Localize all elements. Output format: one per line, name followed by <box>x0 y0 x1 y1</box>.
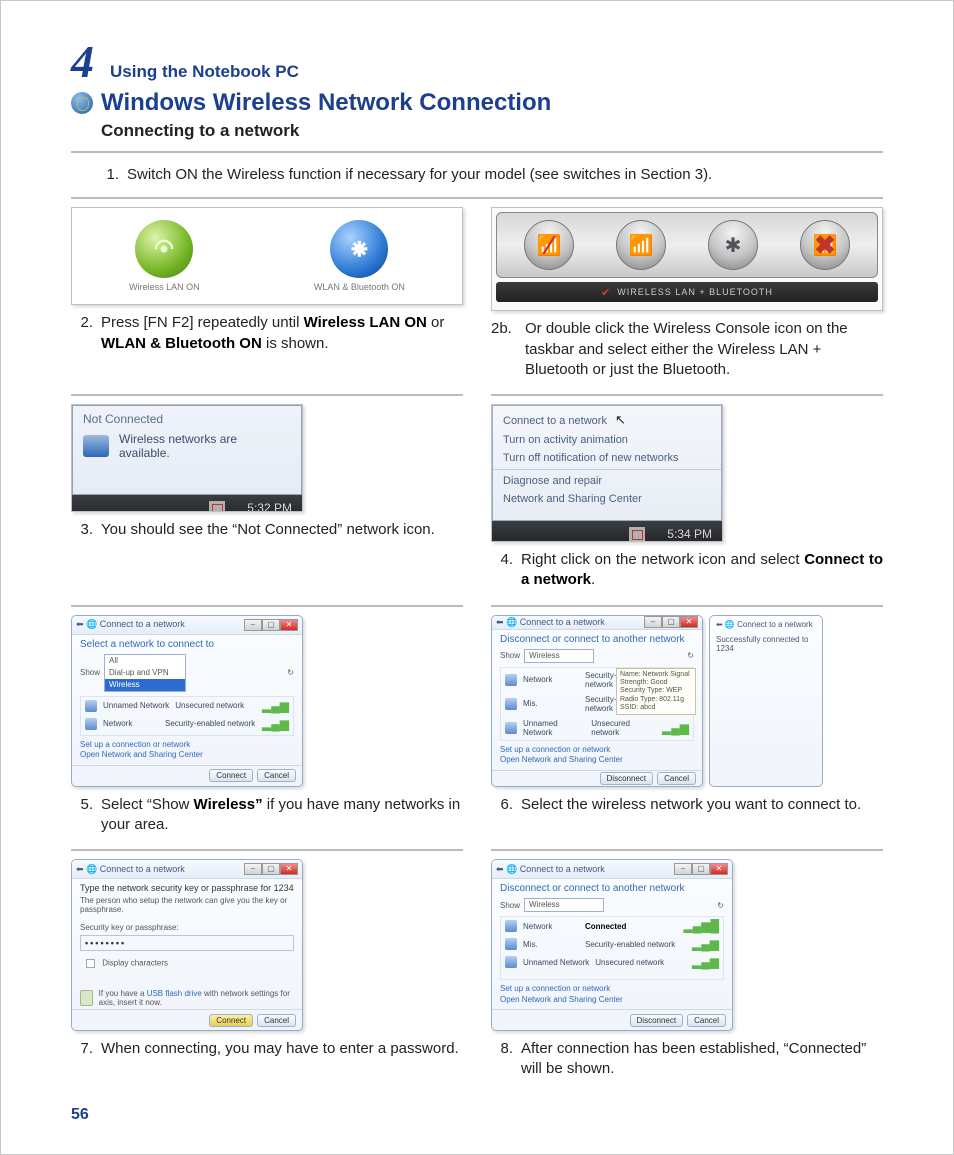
close-icon: ✕ <box>710 863 728 875</box>
show-dropdown[interactable]: Wireless <box>524 649 594 663</box>
usb-icon <box>80 990 93 1006</box>
fig-connected-dialog: ⬅ 🌐 Connect to a network–▢✕ Disconnect o… <box>491 859 733 1031</box>
show-dropdown[interactable]: Wireless <box>524 898 604 912</box>
step-6: 6. Select the wireless network you want … <box>491 795 883 815</box>
fig-wireless-console: 📶∕ 📶 ✱ 📶✖ ✔WIRELESS LAN + BLUETOOTH <box>491 207 883 311</box>
taskbar: 5:32 PM <box>72 495 302 512</box>
fig-context-menu: Connect to a network↖ Turn on activity a… <box>491 404 723 542</box>
fig-fn-f2-icons: Wireless LAN ON ⁕ WLAN & Bluetooth ON <box>71 207 463 305</box>
show-dropdown[interactable]: AllDial-up and VPNWireless <box>104 654 186 692</box>
cell-step8: ⬅ 🌐 Connect to a network–▢✕ Disconnect o… <box>491 851 883 1094</box>
network-item[interactable]: Mis.Security-enabled network▂▄▆ <box>501 935 723 953</box>
fig-select-network: ⬅ 🌐 Connect to a network–▢✕ Disconnect o… <box>491 615 703 787</box>
network-tooltip: Name: Network Signal Strength: Good Secu… <box>616 668 696 716</box>
globe-icon <box>71 92 93 114</box>
page-number: 56 <box>71 1106 89 1124</box>
step-7: 7. When connecting, you may have to ente… <box>71 1039 463 1059</box>
signal-icon: ▂▄▆ <box>662 723 689 733</box>
check-icon: ✔ <box>601 286 611 299</box>
network-list: Unnamed NetworkUnsecured network▂▄▆ Netw… <box>80 696 294 736</box>
fig-success-balloon: ⬅ 🌐 Connect to a network Successfully co… <box>709 615 823 787</box>
connect-button[interactable]: Connect <box>209 769 253 782</box>
cell-step7: ⬅ 🌐 Connect to a network–▢✕ Type the net… <box>71 851 463 1094</box>
chapter-title: Using the Notebook PC <box>110 62 299 82</box>
cancel-button[interactable]: Cancel <box>257 769 296 782</box>
network-list: NetworkConnected▂▄▆█ Mis.Security-enable… <box>500 916 724 980</box>
cancel-button[interactable]: Cancel <box>257 1014 296 1027</box>
section-heading: Windows Wireless Network Connection <box>101 89 551 117</box>
step-5: 5. Select “Show Wireless” if you have ma… <box>71 795 463 836</box>
cell-step2b: 📶∕ 📶 ✱ 📶✖ ✔WIRELESS LAN + BLUETOOTH 2b. … <box>491 199 883 396</box>
step-3: 3. You should see the “Not Connected” ne… <box>71 520 463 540</box>
menu-animation[interactable]: Turn on activity animation <box>493 431 721 449</box>
network-tray-icon <box>209 501 225 512</box>
cursor-icon: ↖ <box>615 412 626 427</box>
step-1: 1. Switch ON the Wireless function if ne… <box>71 151 883 199</box>
network-item[interactable]: Unnamed NetworkUnsecured network▂▄▆ <box>81 697 293 715</box>
fig-connect-dialog-show: ⬅ 🌐 Connect to a network–▢✕ Select a net… <box>71 615 303 787</box>
wc-wifi-icon: 📶 <box>616 220 666 270</box>
signal-icon: ▂▄▆ <box>262 719 289 729</box>
connect-button[interactable]: Connect <box>209 1014 253 1027</box>
network-balloon-icon <box>83 435 109 457</box>
refresh-icon[interactable]: ↻ <box>287 668 294 677</box>
signal-icon: ▂▄▆█ <box>684 921 719 931</box>
network-item[interactable]: Unnamed NetworkUnsecured network▂▄▆ <box>501 953 723 971</box>
cell-step6: ⬅ 🌐 Connect to a network–▢✕ Disconnect o… <box>491 607 883 852</box>
menu-sharing[interactable]: Network and Sharing Center <box>493 490 721 508</box>
close-icon: ✕ <box>280 619 298 631</box>
step-2: 2. Press [FN F2] repeatedly until Wirele… <box>71 313 463 354</box>
fig-not-connected: Not Connected Wireless networks are avai… <box>71 404 303 512</box>
menu-notif[interactable]: Turn off notification of new networks <box>493 449 721 467</box>
signal-icon: ▂▄▆ <box>262 701 289 711</box>
cancel-button[interactable]: Cancel <box>687 1014 726 1027</box>
sub-heading: Connecting to a network <box>101 121 883 141</box>
cell-step5: ⬅ 🌐 Connect to a network–▢✕ Select a net… <box>71 607 463 852</box>
close-icon: ✕ <box>280 863 298 875</box>
network-item[interactable]: Unnamed NetworkUnsecured network▂▄▆ <box>501 716 693 740</box>
chapter-header: 4 Using the Notebook PC <box>71 39 883 85</box>
network-tray-icon <box>629 527 645 541</box>
step-4: 4. Right click on the network icon and s… <box>491 550 883 591</box>
signal-icon: ▂▄▆ <box>692 957 719 967</box>
display-chars-checkbox[interactable] <box>86 959 95 968</box>
step-8: 8. After connection has been established… <box>491 1039 883 1080</box>
cancel-button[interactable]: Cancel <box>657 772 696 785</box>
cell-step4: Connect to a network↖ Turn on activity a… <box>491 396 883 607</box>
wc-wifi-bt-off-icon: 📶∕ <box>524 220 574 270</box>
refresh-icon[interactable]: ↻ <box>687 651 694 660</box>
menu-diagnose[interactable]: Diagnose and repair <box>493 472 721 490</box>
fig-password-dialog: ⬅ 🌐 Connect to a network–▢✕ Type the net… <box>71 859 303 1031</box>
cell-step3: Not Connected Wireless networks are avai… <box>71 396 463 607</box>
wireless-lan-on-icon <box>135 220 193 278</box>
wc-bluetooth-icon: ✱ <box>708 220 758 270</box>
chapter-number: 4 <box>71 39 94 85</box>
network-item[interactable]: NetworkConnected▂▄▆█ <box>501 917 723 935</box>
heading-row: Windows Wireless Network Connection <box>71 89 883 117</box>
menu-connect[interactable]: Connect to a network↖ <box>493 409 721 431</box>
password-input[interactable]: •••••••• <box>80 935 294 951</box>
close-icon: ✕ <box>680 616 698 628</box>
menu-separator <box>493 469 721 470</box>
wc-bt-off-icon: 📶✖ <box>800 220 850 270</box>
taskbar: 5:34 PM <box>492 521 722 542</box>
page: 4 Using the Notebook PC Windows Wireless… <box>0 0 954 1155</box>
cell-step2: Wireless LAN ON ⁕ WLAN & Bluetooth ON 2.… <box>71 199 463 396</box>
step-2b: 2b. Or double click the Wireless Console… <box>491 319 883 380</box>
disconnect-button[interactable]: Disconnect <box>600 772 654 785</box>
signal-icon: ▂▄▆ <box>692 939 719 949</box>
network-item[interactable]: NetworkSecurity-enabled network▂▄▆ <box>81 715 293 733</box>
refresh-icon[interactable]: ↻ <box>717 901 724 910</box>
disconnect-button[interactable]: Disconnect <box>630 1014 684 1027</box>
bluetooth-icon: ⁕ <box>330 220 388 278</box>
